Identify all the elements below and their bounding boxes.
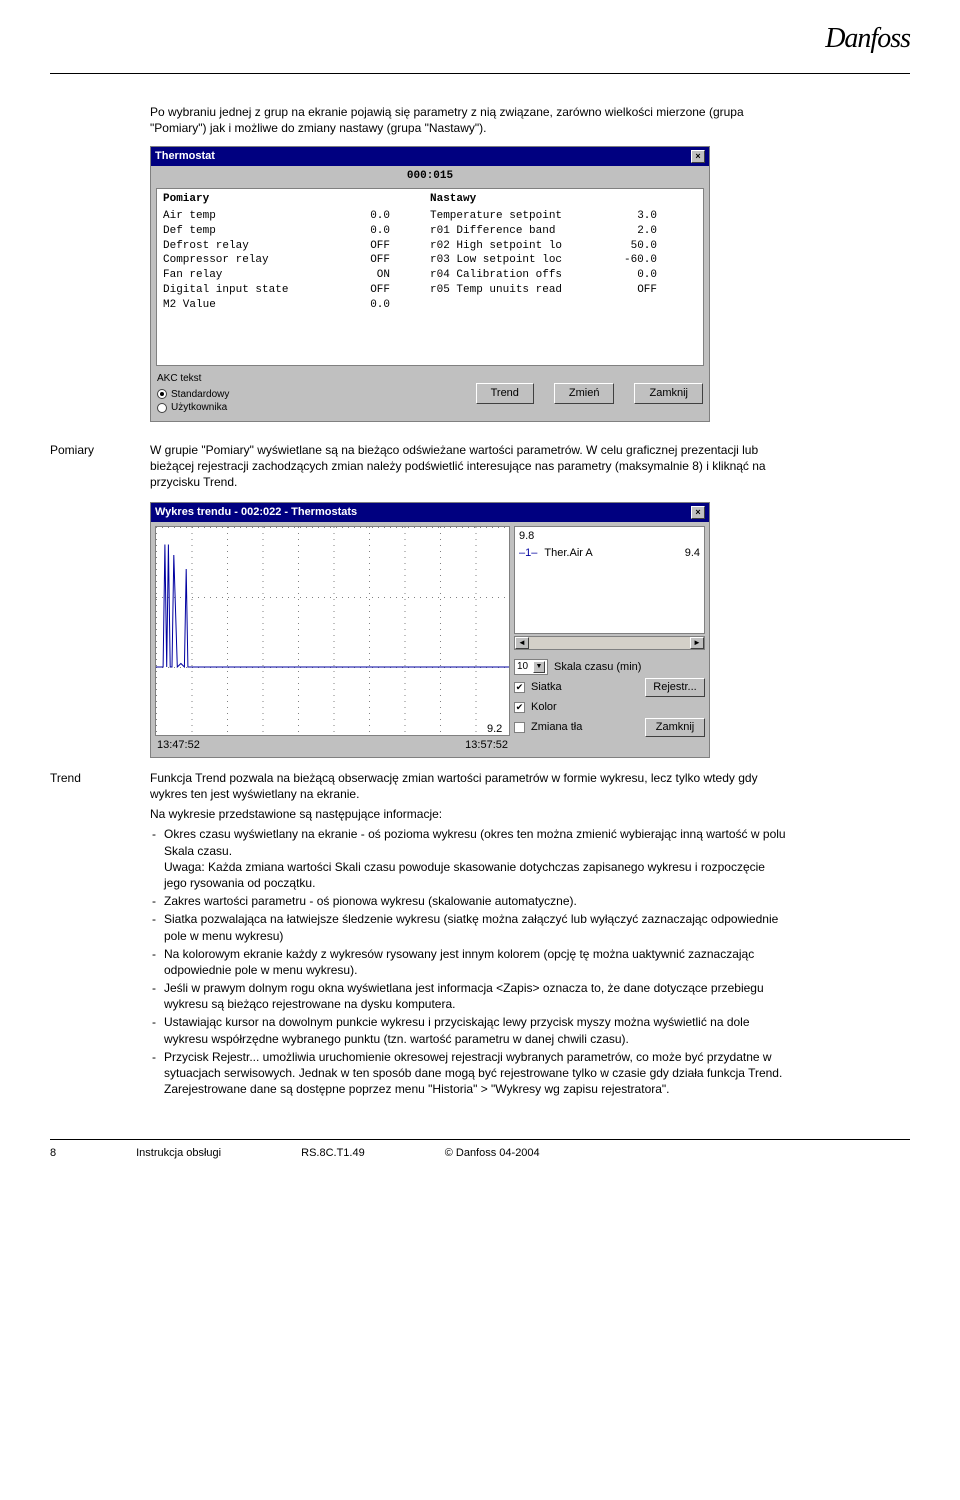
pomiary-section-text: W grupie "Pomiary" wyświetlane są na bie… (150, 442, 790, 491)
page-header: Danfoss (50, 30, 910, 74)
x-axis-right-label: 13:57:52 (465, 738, 508, 753)
trend-section-label: Trend (50, 770, 140, 786)
trend-line-svg (156, 527, 510, 736)
akc-tekst-label: AKC tekst (157, 372, 229, 386)
device-id-label: 000:015 (151, 166, 709, 186)
pomiary-row[interactable]: Compressor relayOFF (163, 253, 430, 268)
legend-row: –1– Ther.Air A 9.4 (519, 546, 700, 561)
checkbox-siatka-label: Siatka (531, 680, 562, 695)
pomiary-section-label: Pomiary (50, 442, 140, 458)
radio-standardowy-label: Standardowy (171, 388, 229, 402)
trend-controls: 10 ▼ Skala czasu (min) ✔ Siatka Rejestr.… (514, 656, 705, 740)
scroll-track[interactable] (529, 637, 690, 649)
close-button[interactable]: Zamknij (634, 383, 703, 404)
page-footer: 8 Instrukcja obsługi RS.8C.T1.49 © Danfo… (50, 1139, 910, 1161)
trend-legend-box: 9.8 –1– Ther.Air A 9.4 (514, 526, 705, 634)
trend-info-list: Okres czasu wyświetlany na ekranie - oś … (150, 826, 790, 1097)
pomiary-row[interactable]: Def temp0.0 (163, 224, 430, 239)
trend-info-item: Na kolorowym ekranie każdy z wykresów ry… (150, 946, 790, 978)
nastawy-row[interactable]: r01 Difference band2.0 (430, 224, 697, 239)
chevron-down-icon: ▼ (533, 661, 545, 673)
footer-copyright: © Danfoss 04-2004 (445, 1146, 540, 1161)
legend-value: 9.4 (685, 546, 700, 561)
parameter-panel: Pomiary Air temp0.0Def temp0.0Defrost re… (156, 188, 704, 366)
intro-paragraph: Po wybraniu jednej z grup na ekranie poj… (150, 104, 790, 136)
close-icon[interactable]: × (691, 150, 705, 163)
thermostat-title: Thermostat (155, 149, 215, 164)
checkbox-kolor-label: Kolor (531, 700, 557, 715)
thermostat-bottom-row: AKC tekst Standardowy Użytkownika Trend … (151, 368, 709, 421)
nastawy-row[interactable]: Temperature setpoint3.0 (430, 209, 697, 224)
trend-info-item: Zakres wartości parametru - oś pionowa w… (150, 893, 790, 909)
nastawy-row[interactable]: r04 Calibration offs0.0 (430, 268, 697, 283)
radio-dot-icon (157, 403, 167, 413)
legend-name: Ther.Air A (544, 547, 592, 559)
trend-info-item: Siatka pozwalająca na łatwiejsze śledzen… (150, 911, 790, 943)
thermostat-titlebar: Thermostat × (151, 147, 709, 166)
horizontal-scrollbar[interactable]: ◄ ► (514, 636, 705, 650)
pomiary-column-header: Pomiary (163, 192, 430, 207)
close-icon[interactable]: × (691, 506, 705, 519)
checkbox-zmiana-tla-label: Zmiana tła (531, 720, 582, 735)
trend-window: Wykres trendu - 002:022 - Thermostats × … (150, 502, 710, 758)
pomiary-row[interactable]: Air temp0.0 (163, 209, 430, 224)
trend-info-item: Jeśli w prawym dolnym rogu okna wyświetl… (150, 980, 790, 1012)
trend-list-intro: Na wykresie przedstawione są następujące… (150, 806, 790, 822)
footer-doc-code: RS.8C.T1.49 (301, 1146, 365, 1161)
trend-section: Trend Funkcja Trend pozwala na bieżącą o… (50, 770, 910, 1100)
checkbox-siatka[interactable]: ✔ (514, 682, 525, 693)
akc-tekst-radio-group: AKC tekst Standardowy Użytkownika (157, 372, 229, 415)
close-trend-button[interactable]: Zamknij (645, 718, 705, 737)
nastawy-row[interactable]: r02 High setpoint lo50.0 (430, 239, 697, 254)
nastawy-column: Nastawy Temperature setpoint3.0r01 Diffe… (430, 192, 697, 362)
danfoss-logo: Danfoss (825, 20, 910, 58)
trend-titlebar: Wykres trendu - 002:022 - Thermostats × (151, 503, 709, 522)
x-axis-left-label: 13:47:52 (157, 738, 200, 753)
time-scale-label: Skala czasu (min) (554, 660, 641, 675)
pomiary-section: Pomiary W grupie "Pomiary" wyświetlane s… (50, 442, 910, 495)
scroll-left-icon[interactable]: ◄ (515, 637, 529, 649)
time-scale-value: 10 (517, 660, 528, 674)
trend-intro-text: Funkcja Trend pozwala na bieżącą obserwa… (150, 770, 790, 802)
trend-chart[interactable] (155, 526, 510, 736)
thermostat-button-row: Trend Zmień Zamknij (476, 383, 703, 404)
radio-dot-icon (157, 389, 167, 399)
trend-button[interactable]: Trend (476, 383, 534, 404)
radio-standardowy[interactable]: Standardowy (157, 388, 229, 402)
radio-uzytkownika[interactable]: Użytkownika (157, 401, 229, 415)
radio-uzytkownika-label: Użytkownika (171, 401, 227, 415)
footer-doc-title: Instrukcja obsługi (136, 1146, 221, 1161)
time-scale-dropdown[interactable]: 10 ▼ (514, 659, 548, 675)
pomiary-row[interactable]: Fan relayON (163, 268, 430, 283)
nastawy-row[interactable]: r03 Low setpoint loc-60.0 (430, 253, 697, 268)
y-axis-top-label: 9.8 (519, 529, 534, 544)
pomiary-row[interactable]: Digital input stateOFF (163, 283, 430, 298)
change-button[interactable]: Zmień (554, 383, 615, 404)
thermostat-window: Thermostat × 000:015 Pomiary Air temp0.0… (150, 146, 710, 421)
trend-info-item: Okres czasu wyświetlany na ekranie - oś … (150, 826, 790, 891)
pomiary-row[interactable]: M2 Value0.0 (163, 298, 430, 313)
pomiary-column: Pomiary Air temp0.0Def temp0.0Defrost re… (163, 192, 430, 362)
checkbox-kolor[interactable]: ✔ (514, 702, 525, 713)
y-axis-bottom-label: 9.2 (487, 722, 502, 737)
checkbox-zmiana-tla[interactable] (514, 722, 525, 733)
trend-chart-area: 9.2 13:47:52 13:57:52 (155, 526, 510, 753)
record-button[interactable]: Rejestr... (645, 678, 705, 697)
nastawy-column-header: Nastawy (430, 192, 697, 207)
footer-page-number: 8 (50, 1146, 56, 1161)
trend-title-text: Wykres trendu - 002:022 - Thermostats (155, 505, 357, 520)
x-axis-labels: 9.2 13:47:52 13:57:52 (155, 736, 510, 753)
trend-right-pane: 9.8 –1– Ther.Air A 9.4 ◄ ► (514, 526, 705, 753)
trend-info-item: Przycisk Rejestr... umożliwia uruchomien… (150, 1049, 790, 1098)
pomiary-row[interactable]: Defrost relayOFF (163, 239, 430, 254)
scroll-right-icon[interactable]: ► (690, 637, 704, 649)
trend-info-item: Ustawiając kursor na dowolnym punkcie wy… (150, 1014, 790, 1046)
nastawy-row[interactable]: r05 Temp unuits readOFF (430, 283, 697, 298)
legend-index: –1– (519, 547, 537, 559)
